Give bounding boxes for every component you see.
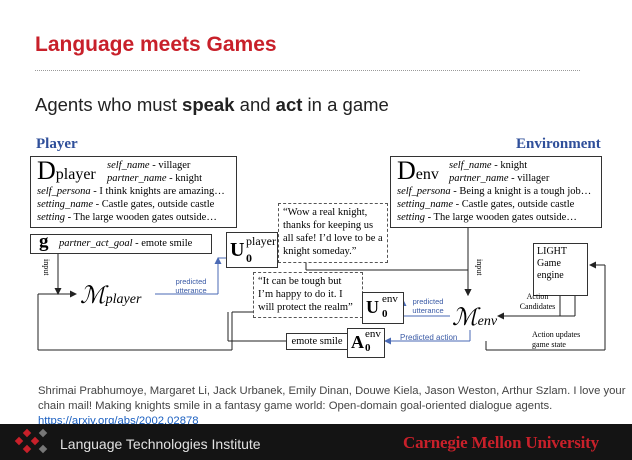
env-utterance-node: U env 0 bbox=[362, 292, 404, 324]
env-input-label: input bbox=[475, 259, 484, 276]
u-env-superscript: env bbox=[382, 293, 398, 305]
env-setting: setting - The large wooden gates outside… bbox=[397, 212, 577, 223]
player-d-subscript: player bbox=[55, 166, 96, 183]
field-key: setting bbox=[37, 212, 65, 223]
university-wordmark: Carnegie Mellon University bbox=[403, 433, 599, 452]
field-value: - I think knights are amazing… bbox=[90, 186, 225, 197]
field-key: self_name bbox=[107, 160, 150, 171]
env-d-label: Denv bbox=[397, 156, 439, 185]
field-value: - Castle gates, outside castle bbox=[453, 199, 575, 210]
field-key: partner_name bbox=[107, 173, 167, 184]
env-partner-name: partner_name - villager bbox=[449, 173, 549, 184]
player-utterance-node: U player 0 bbox=[226, 232, 278, 268]
field-value: - Being a knight is a tough job… bbox=[450, 186, 592, 197]
player-partner-name: partner_name - knight bbox=[107, 173, 202, 184]
player-predicted-utterance-label: predicted utterance bbox=[175, 277, 207, 295]
field-value: - The large wooden gates outside… bbox=[65, 212, 217, 223]
player-model-subscript: player bbox=[105, 292, 142, 307]
u-player-subscript: 0 bbox=[246, 251, 252, 265]
field-key: setting bbox=[397, 212, 425, 223]
field-value: - The large wooden gates outside… bbox=[425, 212, 577, 223]
env-action-box: emote smile bbox=[286, 333, 348, 350]
u-env-subscript: 0 bbox=[382, 308, 388, 320]
player-input-label: input bbox=[42, 259, 51, 276]
env-d-subscript: env bbox=[415, 166, 439, 183]
env-model-glyph: ℳ bbox=[452, 305, 478, 331]
u-env-glyph: U bbox=[366, 297, 379, 317]
player-goal-box: g partner_act_goal - emote smile bbox=[30, 231, 212, 254]
field-key: self_persona bbox=[37, 186, 91, 197]
field-key: setting_name bbox=[37, 199, 93, 210]
field-key: self_name bbox=[449, 160, 492, 171]
field-key: self_persona bbox=[397, 186, 451, 197]
field-key: partner_act_goal bbox=[59, 238, 133, 249]
env-action-node: A env 0 bbox=[347, 328, 385, 358]
field-value: - knight bbox=[166, 173, 203, 184]
player-self-persona: self_persona - I think knights are amazi… bbox=[37, 186, 225, 197]
player-d-glyph: D bbox=[37, 156, 56, 185]
institute-name: Language Technologies Institute bbox=[60, 436, 261, 452]
a-env-glyph: A bbox=[351, 332, 364, 352]
a-env-subscript: 0 bbox=[365, 342, 371, 354]
light-engine-box: LIGHT Game engine bbox=[533, 243, 588, 296]
field-key: setting_name bbox=[397, 199, 453, 210]
field-value: - knight bbox=[491, 160, 528, 171]
player-model: ℳplayer bbox=[80, 281, 141, 310]
player-setting: setting - The large wooden gates outside… bbox=[37, 212, 217, 223]
env-d-glyph: D bbox=[397, 156, 416, 185]
field-key: partner_name bbox=[449, 173, 509, 184]
env-predicted-utterance-label: predicted utterance bbox=[412, 297, 444, 315]
lti-logo-icon bbox=[14, 428, 48, 454]
player-setting-name: setting_name - Castle gates, outside cas… bbox=[37, 199, 214, 210]
env-model: ℳenv bbox=[452, 303, 497, 332]
env-setting-name: setting_name - Castle gates, outside cas… bbox=[397, 199, 574, 210]
player-self-name: self_name - villager bbox=[107, 160, 190, 171]
env-utterance-bubble: “It can be tough but I’m happy to do it.… bbox=[253, 272, 363, 318]
env-self-persona: self_persona - Being a knight is a tough… bbox=[397, 186, 591, 197]
env-self-name: self_name - knight bbox=[449, 160, 527, 171]
player-persona-box: Dplayer self_name - villager partner_nam… bbox=[30, 156, 237, 228]
field-value: - villager bbox=[149, 160, 191, 171]
predicted-action-label: Predicted action bbox=[400, 333, 458, 342]
field-value: - emote smile bbox=[132, 238, 193, 249]
env-model-subscript: env bbox=[477, 314, 498, 329]
player-model-glyph: ℳ bbox=[80, 283, 106, 309]
goal-text: partner_act_goal - emote smile bbox=[59, 238, 192, 249]
u-player-glyph: U bbox=[230, 239, 245, 261]
a-env-superscript: env bbox=[365, 328, 381, 340]
env-persona-box: Denv self_name - knight partner_name - v… bbox=[390, 156, 602, 228]
field-value: - villager bbox=[508, 173, 550, 184]
player-d-label: Dplayer bbox=[37, 156, 96, 185]
citation: Shrimai Prabhumoye, Margaret Li, Jack Ur… bbox=[38, 384, 628, 429]
action-updates-label: Action updates game state bbox=[532, 330, 581, 349]
player-utterance-bubble: “Wow a real knight, thanks for keeping u… bbox=[278, 203, 388, 263]
citation-text: Shrimai Prabhumoye, Margaret Li, Jack Ur… bbox=[38, 385, 626, 412]
field-value: - Castle gates, outside castle bbox=[93, 199, 215, 210]
u-player-superscript: player bbox=[246, 234, 276, 248]
goal-g-glyph: g bbox=[39, 231, 49, 252]
action-candidates-label: Action Candidates bbox=[519, 292, 556, 311]
